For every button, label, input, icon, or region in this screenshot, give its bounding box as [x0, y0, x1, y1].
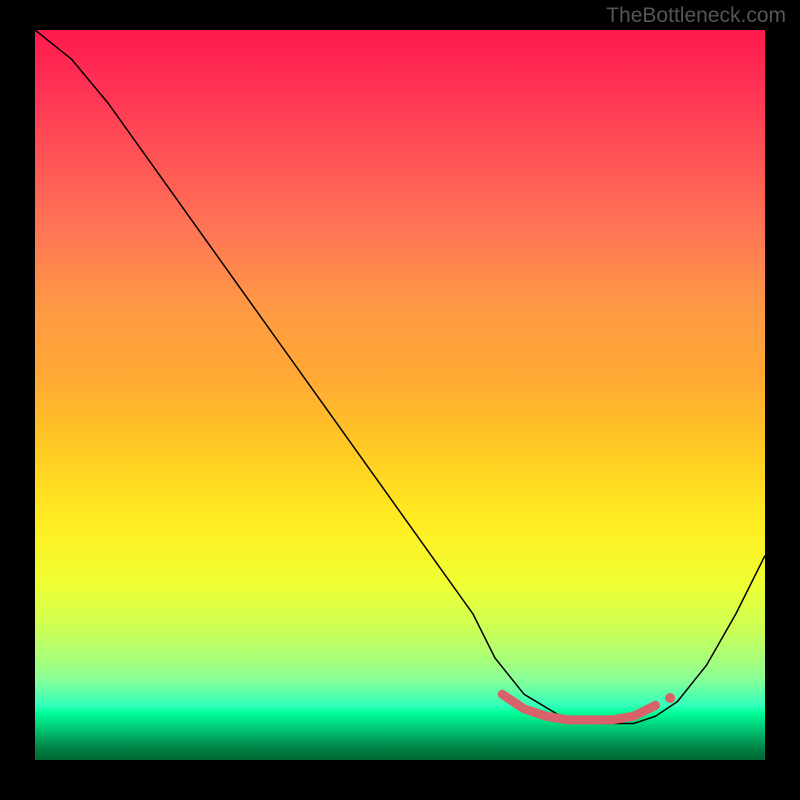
- curve-line: [35, 30, 765, 724]
- highlight-markers: [502, 694, 655, 720]
- highlight-dot: [665, 693, 675, 703]
- watermark-text: TheBottleneck.com: [606, 4, 786, 28]
- plot-area: [35, 30, 765, 760]
- chart-svg: [35, 30, 765, 760]
